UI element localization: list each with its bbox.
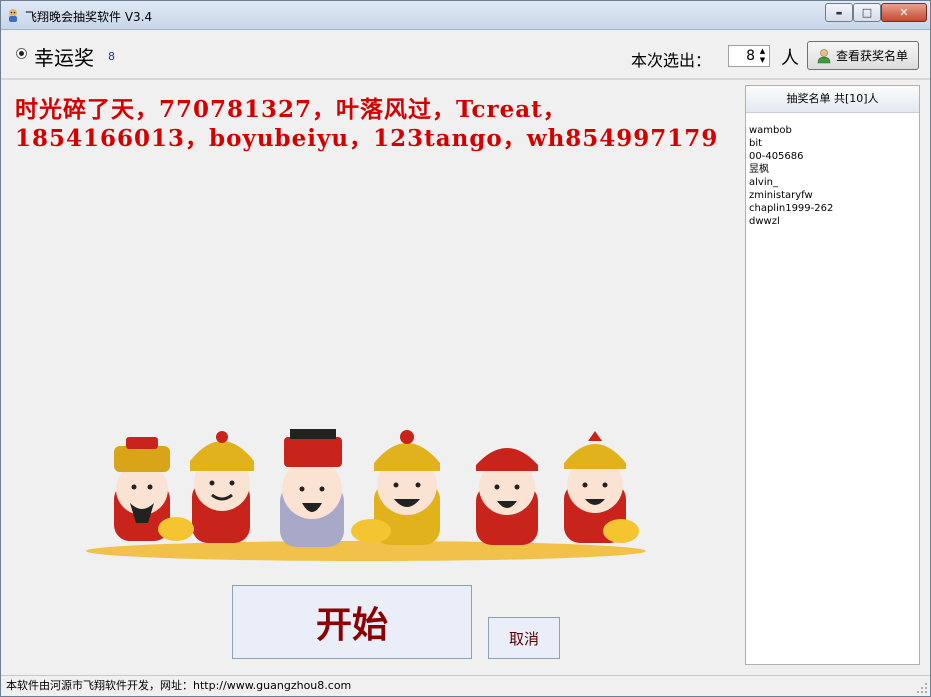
list-item[interactable]: wambob <box>749 124 833 137</box>
draw-result-line-1: 时光碎了天，770781327，叶落风过，Tcreat， <box>15 96 567 123</box>
person-icon <box>817 49 831 64</box>
list-item[interactable]: chaplin1999-262 <box>749 202 833 215</box>
fortune-gods-illustration <box>86 429 646 561</box>
minimize-button[interactable]: ▬ <box>825 3 853 22</box>
cancel-button-label: 取消 <box>508 629 539 648</box>
status-text: 本软件由河源市飞翔软件开发，网址：http://www.guangzhou8.c… <box>6 679 352 692</box>
people-unit-label: 人 <box>781 48 799 69</box>
list-item[interactable]: 00-405686 <box>749 150 833 163</box>
status-bar: 本软件由河源市飞翔软件开发，网址：http://www.guangzhou8.c… <box>1 675 930 696</box>
start-button[interactable]: 开始 <box>232 585 472 659</box>
close-icon: ✕ <box>899 6 909 19</box>
draw-result-line-2: 1854166013，boyubeiyu，123tango，wh85499717… <box>15 125 719 152</box>
toolbar: 幸运奖 8 本次选出： 8 ▲ ▼ 人 查看获奖名单 <box>1 30 930 80</box>
prize-radio[interactable] <box>16 48 27 59</box>
list-item[interactable]: dwwzl <box>749 215 833 228</box>
cancel-button[interactable]: 取消 <box>488 617 560 659</box>
maximize-button[interactable]: □ <box>853 3 881 22</box>
list-item[interactable]: bit <box>749 137 833 150</box>
fortune-god-2 <box>190 431 254 543</box>
draw-list: wambob bit 00-405686 昱枫 alvin_ zministar… <box>749 124 833 228</box>
draw-list-header[interactable]: 抽奖名单 共[10]人 <box>746 86 919 113</box>
fortune-god-5 <box>476 448 538 545</box>
title-bar[interactable]: 飞翔晚会抽奖软件 V3.4 ▬ □ ✕ <box>1 1 930 30</box>
resize-grip-icon[interactable] <box>916 682 928 694</box>
draw-list-panel: 抽奖名单 共[10]人 wambob bit 00-405686 昱枫 alvi… <box>745 85 920 665</box>
app-icon <box>9 9 17 22</box>
select-count-stepper[interactable]: 8 ▲ ▼ <box>728 45 770 67</box>
select-count-value: 8 <box>746 48 755 64</box>
prize-name: 幸运奖 <box>34 46 94 70</box>
draw-result-names: 时光碎了天，770781327，叶落风过，Tcreat， 1854166013，… <box>15 95 735 153</box>
view-winners-button[interactable]: 查看获奖名单 <box>807 41 919 70</box>
minimize-icon: ▬ <box>835 8 843 17</box>
select-count-label: 本次选出： <box>631 51 712 70</box>
list-item[interactable]: zministaryfw <box>749 189 833 202</box>
maximize-icon: □ <box>861 6 873 19</box>
window-title: 飞翔晚会抽奖软件 V3.4 <box>25 10 153 24</box>
stepper-arrows-icon[interactable]: ▲ ▼ <box>757 47 768 65</box>
view-winners-label: 查看获奖名单 <box>836 49 909 63</box>
close-button[interactable]: ✕ <box>881 3 927 22</box>
prize-count: 8 <box>108 50 115 63</box>
main-window: 飞翔晚会抽奖软件 V3.4 ▬ □ ✕ 幸运奖 8 本次选出： 8 ▲ ▼ 人 查… <box>0 0 931 697</box>
start-button-label: 开始 <box>315 604 388 646</box>
list-item[interactable]: alvin_ <box>749 176 833 189</box>
fortune-god-3 <box>280 429 344 547</box>
list-item[interactable]: 昱枫 <box>749 163 833 176</box>
